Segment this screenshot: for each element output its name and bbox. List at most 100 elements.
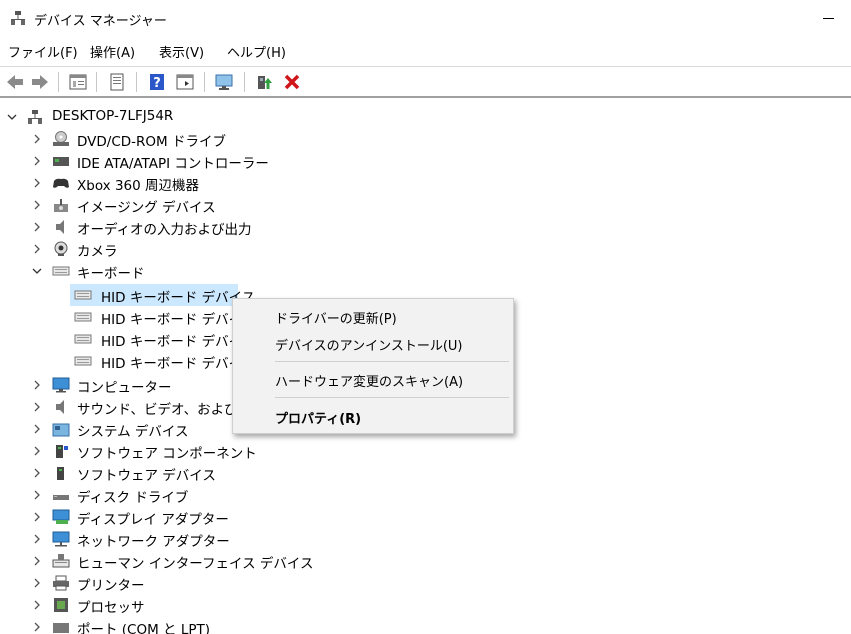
chevron-right-icon[interactable]	[31, 221, 43, 233]
uninstall-icon[interactable]	[282, 72, 302, 92]
menu-item-label: プロパティ(R)	[275, 412, 362, 427]
tree-label: ディスク ドライブ	[77, 490, 189, 506]
tree-item-software-device[interactable]: ソフトウェア デバイス	[0, 462, 400, 484]
speaker-icon	[56, 400, 64, 414]
ide-controller-icon	[53, 157, 69, 166]
chevron-right-icon[interactable]	[31, 555, 43, 567]
tree-item-display-adapter[interactable]: ディスプレイ アダプター	[0, 506, 400, 528]
chevron-right-icon[interactable]	[31, 423, 43, 435]
tree-item-network-adapter[interactable]: ネットワーク アダプター	[0, 528, 400, 550]
chevron-right-icon[interactable]	[31, 177, 43, 189]
tree-item-system[interactable]: システム デバイス	[0, 418, 230, 440]
view-icon[interactable]	[107, 72, 127, 92]
tree-label: ソフトウェア デバイス	[77, 468, 216, 484]
menu-uninstall-device[interactable]: デバイスのアンインストール(U)	[233, 330, 513, 356]
chevron-right-icon[interactable]	[31, 621, 43, 633]
forward-arrow-icon[interactable]	[30, 72, 50, 92]
tree-item-ide[interactable]: IDE ATA/ATAPI コントローラー	[0, 150, 400, 172]
tree-item-imaging[interactable]: イメージング デバイス	[0, 194, 400, 216]
tree-label: ネットワーク アダプター	[77, 534, 230, 550]
tree-label: ヒューマン インターフェイス デバイス	[77, 556, 314, 572]
keyboard-icon	[74, 334, 92, 344]
dvd-drive-icon	[53, 131, 69, 146]
tree-item-printer[interactable]: プリンター	[0, 572, 400, 594]
properties-icon[interactable]	[68, 72, 88, 92]
menu-properties[interactable]: プロパティ(R)	[233, 403, 513, 429]
tree-item-hid-keyboard[interactable]: HID キーボード デバイス	[70, 306, 255, 328]
tree-item-software-component[interactable]: ソフトウェア コンポーネント	[0, 440, 400, 462]
help-icon[interactable]: ?	[147, 72, 167, 92]
system-folder-icon	[52, 423, 70, 437]
back-arrow-icon[interactable]	[5, 72, 25, 92]
chevron-right-icon[interactable]	[31, 155, 43, 167]
tree-item-sound[interactable]: サウンド、ビデオ、およびゲー	[0, 396, 265, 418]
window-title: デバイス マネージャー	[34, 14, 167, 29]
chevron-right-icon[interactable]	[31, 533, 43, 545]
menu-item-label: ハードウェア変更のスキャン(A)	[275, 375, 464, 390]
tree-item-dvd[interactable]: DVD/CD-ROM ドライブ	[0, 128, 400, 150]
tree-label: キーボード	[77, 266, 145, 282]
chevron-right-icon[interactable]	[31, 489, 43, 501]
tree-item-keyboards[interactable]: キーボード	[0, 260, 400, 282]
chevron-right-icon[interactable]	[31, 511, 43, 523]
tree-label: ディスプレイ アダプター	[77, 512, 229, 528]
tree-label: ポート (COM と LPT)	[77, 622, 211, 634]
menu-action[interactable]: 操作(A)	[90, 42, 135, 61]
tree-item-audio[interactable]: オーディオの入力および出力	[0, 216, 400, 238]
tree-label: IDE ATA/ATAPI コントローラー	[77, 156, 269, 172]
software-component-icon	[56, 445, 68, 458]
minimize-button[interactable]	[815, 6, 843, 30]
chevron-right-icon[interactable]	[31, 445, 43, 457]
menu-separator	[275, 397, 509, 398]
menu-help[interactable]: ヘルプ(H)	[227, 42, 286, 61]
software-device-icon	[57, 467, 64, 480]
chevron-down-icon[interactable]	[6, 111, 18, 123]
device-manager-icon	[11, 11, 25, 25]
tree-item-hid-keyboard[interactable]: HID キーボード デバイス	[70, 350, 255, 372]
svg-text:?: ?	[153, 76, 161, 91]
display-adapter-icon	[52, 509, 70, 524]
menu-scan-hardware[interactable]: ハードウェア変更のスキャン(A)	[233, 366, 513, 392]
menu-file[interactable]: ファイル(F)	[8, 42, 78, 61]
tree-item-disk[interactable]: ディスク ドライブ	[0, 484, 400, 506]
menu-view[interactable]: 表示(V)	[159, 42, 204, 61]
tree-item-hid-keyboard[interactable]: HID キーボード デバイス	[70, 328, 255, 350]
tree-label: オーディオの入力および出力	[77, 222, 252, 238]
tree-item-computer[interactable]: コンピューター	[0, 374, 230, 396]
title-bar: デバイス マネージャー	[0, 0, 851, 36]
chevron-right-icon[interactable]	[31, 577, 43, 589]
tree-item-processor[interactable]: プロセッサ	[0, 594, 400, 616]
chevron-right-icon[interactable]	[31, 599, 43, 611]
chevron-down-icon[interactable]	[31, 265, 43, 277]
tree-item-ports[interactable]: ポート (COM と LPT)	[0, 616, 400, 634]
chevron-right-icon[interactable]	[31, 133, 43, 145]
gamepad-icon	[53, 178, 69, 188]
tree-label: システム デバイス	[77, 424, 189, 440]
chevron-right-icon[interactable]	[31, 379, 43, 391]
tree-item-xbox[interactable]: Xbox 360 周辺機器	[0, 172, 400, 194]
menu-bar: ファイル(F) 操作(A) 表示(V) ヘルプ(H)	[0, 40, 851, 62]
console-icon[interactable]	[175, 72, 195, 92]
menu-item-label: ドライバーの更新(P)	[275, 312, 397, 327]
tree-label: ソフトウェア コンポーネント	[77, 446, 257, 462]
monitor-icon	[52, 377, 70, 393]
tree-label: イメージング デバイス	[77, 200, 216, 216]
scan-hardware-icon[interactable]	[214, 72, 234, 92]
tree-item-hid[interactable]: ヒューマン インターフェイス デバイス	[0, 550, 400, 572]
keyboard-icon	[74, 312, 92, 322]
chevron-right-icon[interactable]	[31, 401, 43, 413]
toolbar: ?	[0, 66, 851, 98]
tree-label: Xbox 360 周辺機器	[77, 178, 200, 194]
disk-drive-icon	[53, 495, 69, 500]
printer-icon	[53, 575, 69, 591]
tree-item-hid-keyboard-selected[interactable]: HID キーボード デバイス	[70, 284, 255, 306]
menu-update-driver[interactable]: ドライバーの更新(P)	[233, 303, 513, 329]
tree-root[interactable]: DESKTOP-7LFJ54R	[0, 106, 300, 128]
update-driver-icon[interactable]	[254, 72, 274, 92]
chevron-right-icon[interactable]	[31, 243, 43, 255]
chevron-right-icon[interactable]	[31, 199, 43, 211]
tree-label: カメラ	[77, 244, 118, 260]
chevron-right-icon[interactable]	[31, 467, 43, 479]
keyboard-icon	[74, 356, 92, 366]
tree-item-camera[interactable]: カメラ	[0, 238, 400, 260]
